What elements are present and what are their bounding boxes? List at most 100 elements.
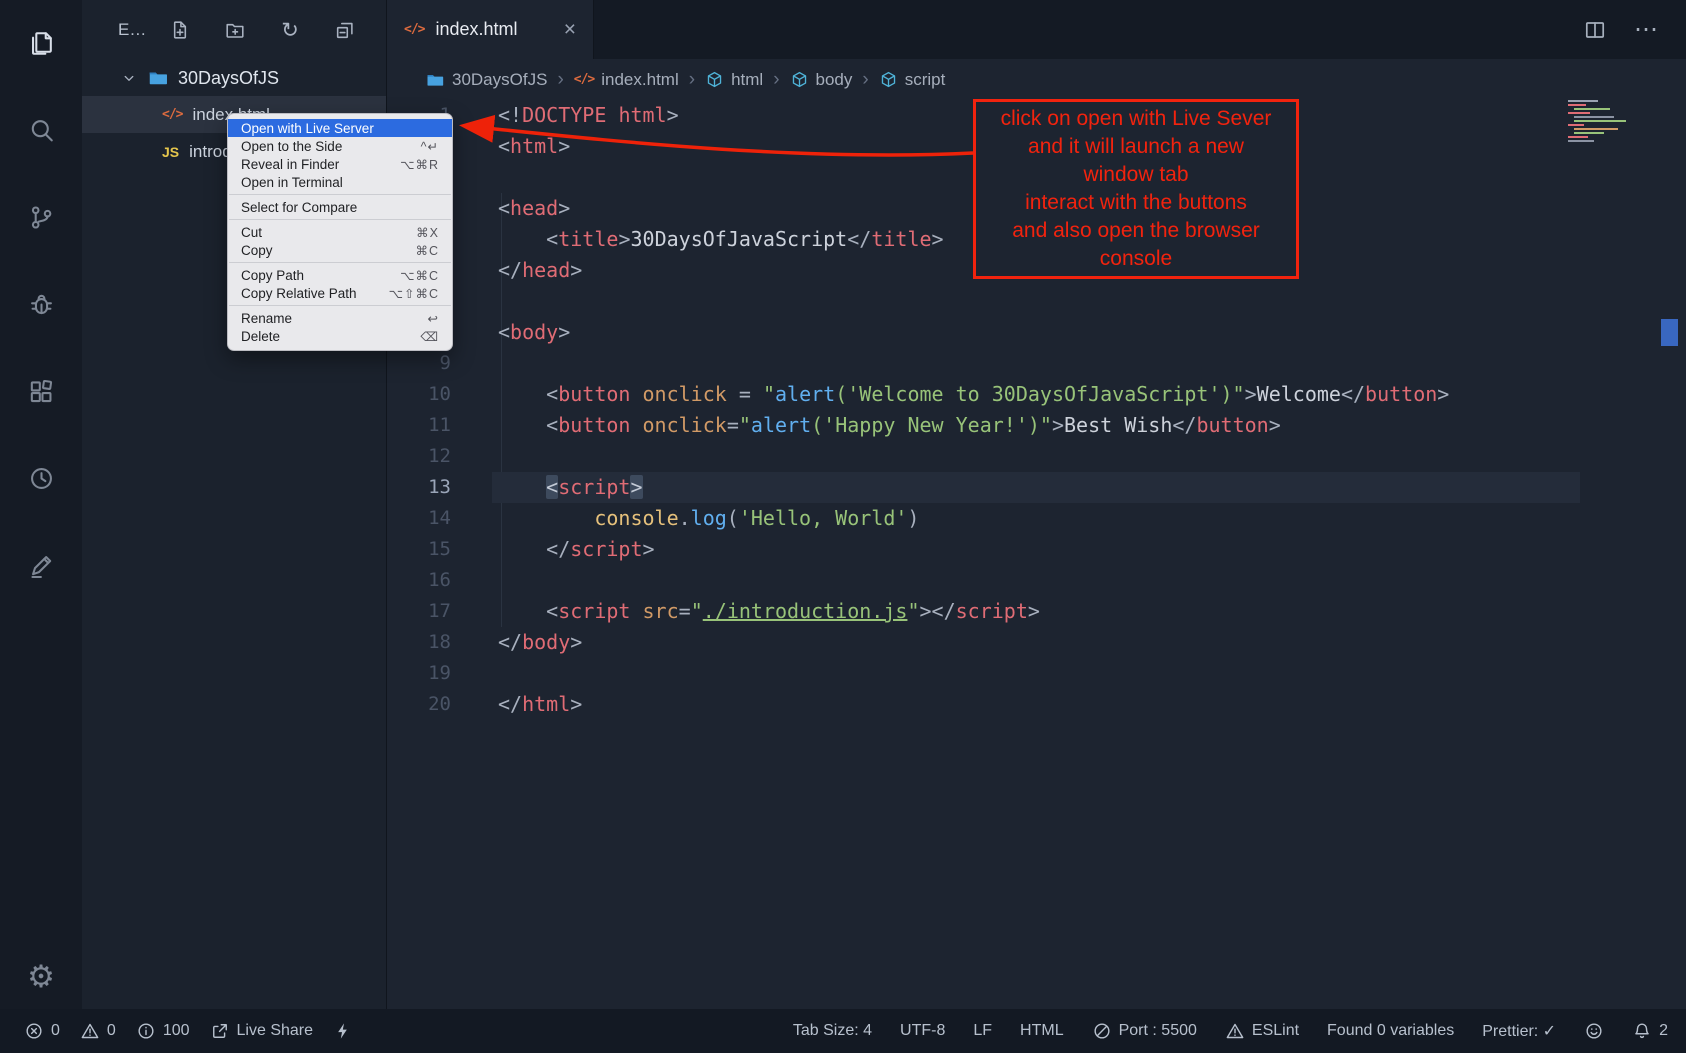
new-file-icon xyxy=(169,19,191,41)
status-prettier[interactable]: Prettier: ✓ xyxy=(1482,1021,1556,1041)
status-bar-right: Tab Size: 4 UTF-8 LF HTML Port : 5500 ESLint F… xyxy=(793,1021,1668,1041)
explorer-icon xyxy=(27,29,56,58)
feedback-icon xyxy=(27,551,56,580)
code-text xyxy=(492,565,1580,596)
symbol-cube-icon xyxy=(705,70,724,89)
activity-extensions[interactable] xyxy=(26,376,56,406)
status-tab-size-4[interactable]: Tab Size: 4 xyxy=(793,1022,872,1040)
status-smiley[interactable] xyxy=(1584,1021,1604,1041)
breadcrumb-separator: › xyxy=(773,69,779,91)
code-line-16[interactable]: 16 xyxy=(387,565,1686,596)
menu-item-open-to-the-side[interactable]: Open to the Side^↵ xyxy=(228,137,452,155)
new-file-button[interactable] xyxy=(169,19,191,41)
code-line-7[interactable]: 7 xyxy=(387,286,1686,317)
code-line-12[interactable]: 12 xyxy=(387,441,1686,472)
status-100[interactable]: 100 xyxy=(136,1021,190,1041)
code-line-19[interactable]: 19 xyxy=(387,658,1686,689)
breadcrumb-body[interactable]: body xyxy=(790,70,853,90)
code-line-14[interactable]: 14 console.log('Hello, World') xyxy=(387,503,1686,534)
code-line-17[interactable]: 17 <script src="./introduction.js"></scr… xyxy=(387,596,1686,627)
menu-item-copy-path[interactable]: Copy Path⌥⌘C xyxy=(228,266,452,284)
code-text: <button onclick = "alert('Welcome to 30D… xyxy=(492,379,1580,410)
activity-feedback[interactable] xyxy=(26,550,56,580)
breadcrumb-html[interactable]: html xyxy=(705,70,763,90)
menu-item-shortcut: ⌘C xyxy=(415,243,439,258)
menu-item-label: Rename xyxy=(241,311,292,326)
status-bar-left: 0 0 100 Live Share xyxy=(24,1021,353,1041)
split-editor-icon[interactable] xyxy=(1583,18,1607,42)
activity-source-control[interactable] xyxy=(26,202,56,232)
code-text: </script> xyxy=(492,534,1580,565)
breadcrumb: 30DaysOfJS›</>index.html›html›body›scrip… xyxy=(387,59,1686,100)
breadcrumb-separator: › xyxy=(862,69,868,91)
breadcrumb-script[interactable]: script xyxy=(879,70,946,90)
menu-item-label: Reveal in Finder xyxy=(241,157,339,172)
menu-item-open-with-live-server[interactable]: Open with Live Server xyxy=(228,119,452,137)
menu-separator xyxy=(229,305,451,306)
status-label: 0 xyxy=(51,1022,60,1040)
status-found-0-variables[interactable]: Found 0 variables xyxy=(1327,1022,1454,1040)
menu-item-select-for-compare[interactable]: Select for Compare xyxy=(228,198,452,216)
activity-history[interactable] xyxy=(26,463,56,493)
menu-item-shortcut: ⌫ xyxy=(420,329,439,344)
minimap[interactable] xyxy=(1564,97,1661,153)
sidebar-title: E… xyxy=(118,20,146,40)
status-label: HTML xyxy=(1020,1022,1064,1040)
minimap-preview xyxy=(1564,97,1661,153)
activity-run-debug[interactable] xyxy=(26,289,56,319)
activity-search[interactable] xyxy=(26,115,56,145)
vscode-window: ⚙ E… ↻ 30DaysOfJS </>index.htmlJSintrodu… xyxy=(0,0,1686,1053)
status-lightning[interactable] xyxy=(333,1021,353,1041)
activity-explorer[interactable] xyxy=(26,28,56,58)
menu-item-delete[interactable]: Delete⌫ xyxy=(228,327,452,345)
menu-separator xyxy=(229,262,451,263)
breadcrumb-index-html[interactable]: </>index.html xyxy=(574,70,679,90)
code-line-10[interactable]: 10 <button onclick = "alert('Welcome to … xyxy=(387,379,1686,410)
close-icon[interactable]: × xyxy=(564,19,576,40)
status-port-5500[interactable]: Port : 5500 xyxy=(1092,1021,1197,1041)
status-label: 100 xyxy=(163,1022,190,1040)
activity-bar: ⚙ xyxy=(0,0,82,1009)
more-actions-icon[interactable]: ⋯ xyxy=(1634,15,1660,44)
breadcrumb-30daysofjs[interactable]: 30DaysOfJS xyxy=(425,70,547,90)
tab-index-html[interactable]: </> index.html × xyxy=(387,0,594,59)
code-line-15[interactable]: 15 </script> xyxy=(387,534,1686,565)
status-html[interactable]: HTML xyxy=(1020,1022,1064,1040)
extensions-icon xyxy=(27,377,56,406)
collapse-folders-button[interactable] xyxy=(334,19,356,41)
menu-item-copy[interactable]: Copy ⌘C xyxy=(228,241,452,259)
code-line-9[interactable]: 9 xyxy=(387,348,1686,379)
menu-item-open-in-terminal[interactable]: Open in Terminal xyxy=(228,173,452,191)
code-line-13[interactable]: 13 <script> xyxy=(387,472,1686,503)
menu-item-rename[interactable]: Rename↩ xyxy=(228,309,452,327)
code-line-20[interactable]: 20</html> xyxy=(387,689,1686,720)
code-line-11[interactable]: 11 <button onclick="alert('Happy New Yea… xyxy=(387,410,1686,441)
menu-item-label: Copy xyxy=(241,243,273,258)
menu-item-cut[interactable]: Cut⌘X xyxy=(228,223,452,241)
status-label: 2 xyxy=(1659,1022,1668,1040)
status-utf-8[interactable]: UTF-8 xyxy=(900,1022,945,1040)
sidebar-header: E… ↻ xyxy=(82,0,386,60)
code-line-8[interactable]: 8<body> xyxy=(387,317,1686,348)
status-lf[interactable]: LF xyxy=(973,1022,992,1040)
line-number: 12 xyxy=(387,441,451,472)
status-0[interactable]: 0 xyxy=(80,1021,116,1041)
status-2[interactable]: 2 xyxy=(1632,1021,1668,1041)
new-folder-button[interactable] xyxy=(224,19,246,41)
code-line-18[interactable]: 18</body> xyxy=(387,627,1686,658)
menu-separator xyxy=(229,219,451,220)
source-control-icon xyxy=(27,203,56,232)
menu-item-copy-relative-path[interactable]: Copy Relative Path⌥⇧⌘C xyxy=(228,284,452,302)
code-text xyxy=(492,348,1580,379)
activity-settings[interactable]: ⚙ xyxy=(26,961,56,991)
status-live-share[interactable]: Live Share xyxy=(210,1021,314,1041)
editor-actions: ⋯ xyxy=(1583,0,1686,59)
menu-item-shortcut: ^↵ xyxy=(421,139,439,154)
annotation-text-line: click on open with Live Sever xyxy=(1001,105,1272,133)
refresh-button[interactable]: ↻ xyxy=(279,19,301,41)
status-eslint[interactable]: ESLint xyxy=(1225,1021,1299,1041)
tree-root-folder[interactable]: 30DaysOfJS xyxy=(82,60,386,96)
menu-item-reveal-in-finder[interactable]: Reveal in Finder⌥⌘R xyxy=(228,155,452,173)
status-0[interactable]: 0 xyxy=(24,1021,60,1041)
activity-bar-top xyxy=(26,28,56,580)
